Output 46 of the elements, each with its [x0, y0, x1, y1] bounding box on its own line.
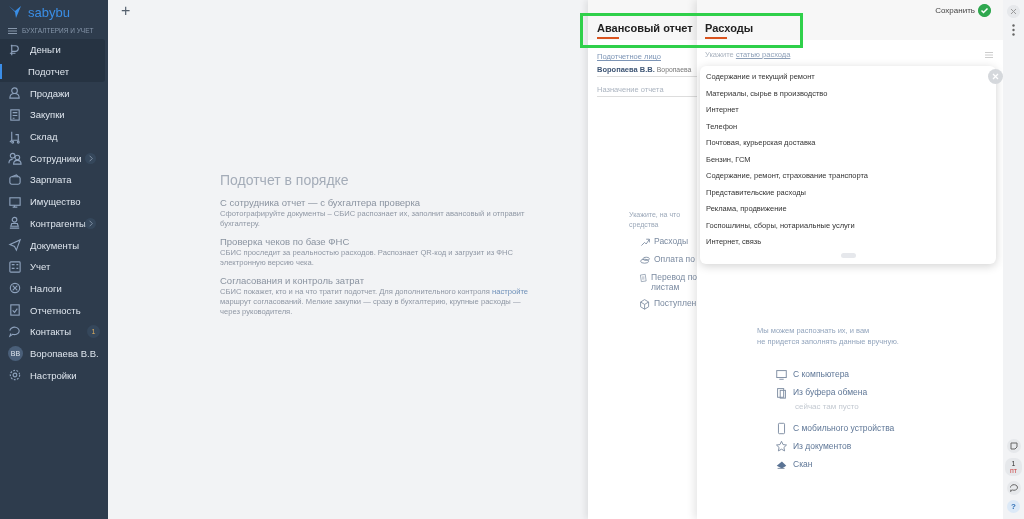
sidebar-item[interactable]: Зарплата — [0, 169, 108, 191]
source-option[interactable]: Скан — [775, 455, 1003, 473]
panel-title: Авансовый отчет — [597, 22, 693, 40]
source-option[interactable]: С компьютера — [775, 365, 1003, 383]
source-icon — [775, 367, 788, 381]
sidebar-subitem[interactable]: Подотчет — [0, 60, 105, 83]
source-icon — [775, 385, 788, 399]
chat-icon[interactable] — [1006, 481, 1021, 495]
sidebar-item[interactable]: Документы — [0, 234, 108, 256]
promo-title: Подотчет в порядке — [220, 172, 350, 188]
action-link[interactable]: Расходы — [639, 236, 697, 248]
chevron-icon[interactable] — [85, 217, 96, 229]
sidebar-item[interactable]: Отчетность — [0, 299, 108, 321]
note-icon[interactable] — [1006, 439, 1021, 453]
list-icon[interactable] — [985, 51, 993, 58]
sidebar-item[interactable]: Учет — [0, 255, 108, 278]
add-button[interactable]: + — [118, 3, 134, 19]
sidebar-item[interactable]: Сотрудники — [0, 147, 108, 170]
sidebar-item[interactable]: Деньги — [0, 39, 105, 61]
sidebar-item[interactable]: Налоги — [0, 277, 108, 300]
promo-heading: Проверка чеков по базе ФНС — [220, 236, 351, 248]
promo-heading: Согласования и контроль затрат — [220, 275, 365, 287]
sidebar-item[interactable]: Контрагенты — [0, 212, 108, 235]
help-button[interactable]: ? — [1007, 500, 1020, 513]
action-link[interactable]: Поступлен — [639, 298, 697, 310]
action-link[interactable]: Перевод по листам — [639, 272, 697, 292]
action-icon — [639, 298, 651, 310]
logo-text: sabybu — [28, 4, 70, 20]
action-icon — [639, 236, 651, 248]
source-icon — [775, 439, 788, 453]
more-icon[interactable] — [1012, 24, 1015, 36]
sidebar-item[interactable]: Склад — [0, 125, 108, 148]
source-option[interactable]: Из буфера обмена — [775, 383, 1003, 401]
source-option[interactable]: Из документов — [775, 437, 1003, 455]
sidebar-item[interactable]: Закупки — [0, 104, 108, 126]
sidebar-item[interactable]: Продажи — [0, 82, 108, 105]
sidebar-item[interactable]: Настройки — [0, 364, 108, 386]
panel-title: Расходы — [705, 22, 754, 40]
source-icon — [775, 421, 788, 435]
action-icon — [639, 254, 651, 266]
chevron-icon[interactable] — [85, 152, 96, 164]
promo-heading: С сотрудника отчет — с бухгалтера проверка — [220, 197, 422, 209]
source-option[interactable]: С мобильного устройства — [775, 419, 1003, 437]
action-icon — [639, 272, 649, 284]
sidebar-item[interactable]: Имущество — [0, 190, 108, 213]
action-link[interactable]: Оплата по — [639, 254, 697, 266]
